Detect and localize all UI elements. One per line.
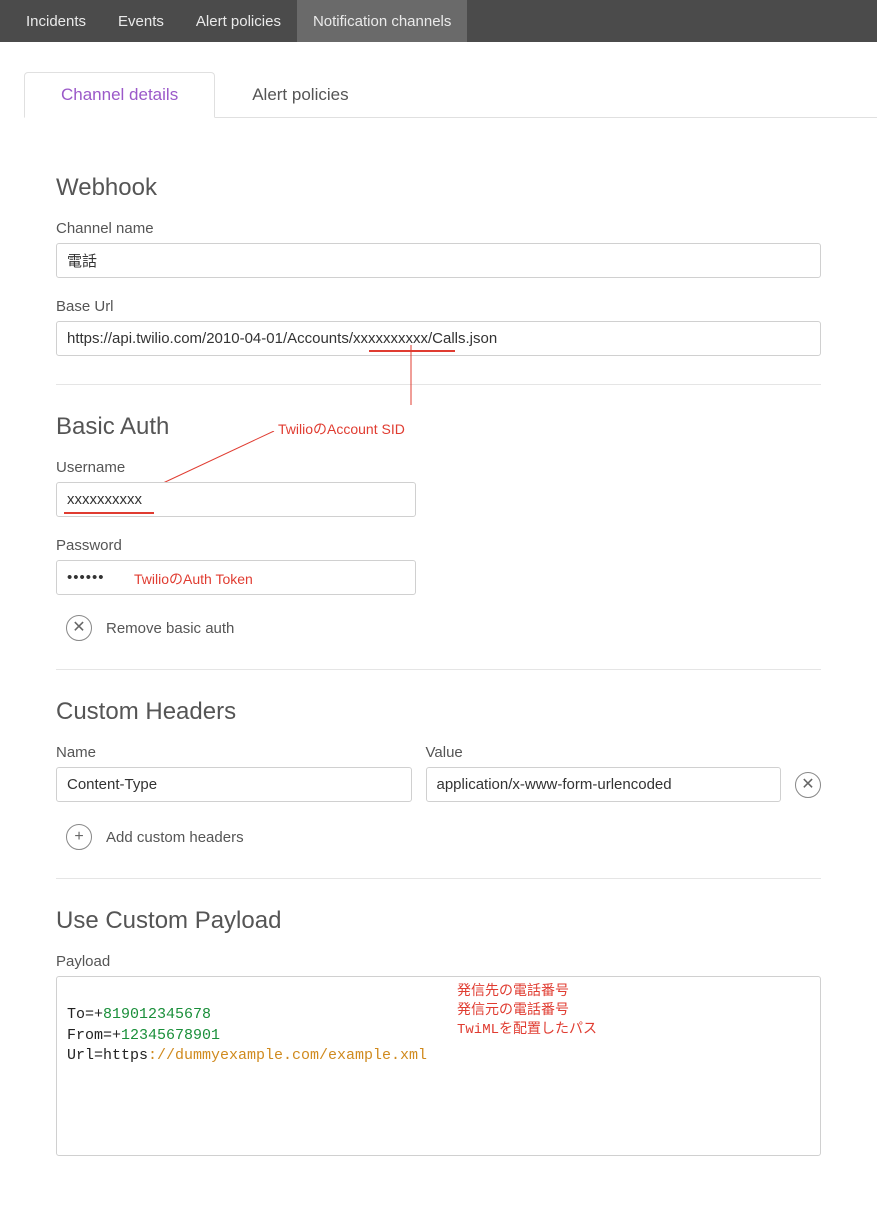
payload-from-val: 12345678901 <box>121 1027 220 1044</box>
annotation-to: 発信先の電話番号 <box>457 983 569 1002</box>
payload-to-key: To=+ <box>67 1006 103 1023</box>
payload-url-val: ://dummyexample.com/example.xml <box>148 1047 427 1064</box>
payload-to-val: 819012345678 <box>103 1006 211 1023</box>
tabs: Channel details Alert policies <box>24 72 877 118</box>
top-nav: Incidents Events Alert policies Notifica… <box>0 0 877 42</box>
nav-notification-channels[interactable]: Notification channels <box>297 0 467 42</box>
username-underline <box>64 512 154 514</box>
header-value-label: Value <box>426 744 782 761</box>
channel-name-label: Channel name <box>56 220 821 237</box>
webhook-heading: Webhook <box>56 174 821 202</box>
basic-auth-heading: Basic Auth <box>56 413 821 441</box>
add-custom-headers-label: Add custom headers <box>106 829 244 846</box>
sid-underline <box>369 350 455 352</box>
custom-payload-heading: Use Custom Payload <box>56 907 821 935</box>
remove-basic-auth[interactable]: ✕ Remove basic auth <box>66 615 821 641</box>
channel-name-input[interactable] <box>56 243 821 278</box>
payload-from-key: From=+ <box>67 1027 121 1044</box>
nav-incidents[interactable]: Incidents <box>10 0 102 42</box>
password-label: Password <box>56 537 821 554</box>
header-value-input[interactable] <box>426 767 782 802</box>
remove-basic-auth-label: Remove basic auth <box>106 620 234 637</box>
annotation-auth-token: TwilioのAuth Token <box>134 569 253 589</box>
header-name-input[interactable] <box>56 767 412 802</box>
plus-icon: + <box>66 824 92 850</box>
payload-url-key: Url=https <box>67 1047 148 1064</box>
tab-channel-details[interactable]: Channel details <box>24 72 215 118</box>
custom-headers-heading: Custom Headers <box>56 698 821 726</box>
nav-events[interactable]: Events <box>102 0 180 42</box>
divider <box>56 669 821 670</box>
base-url-text-sid: xxxxxxxxxx <box>353 330 428 347</box>
base-url-label: Base Url <box>56 298 821 315</box>
base-url-text-prefix: https://api.twilio.com/2010-04-01/Accoun… <box>67 330 353 347</box>
header-name-label: Name <box>56 744 412 761</box>
divider <box>56 384 821 385</box>
close-icon: ✕ <box>66 615 92 641</box>
annotation-account-sid: TwilioのAccount SID <box>278 419 405 439</box>
add-custom-headers[interactable]: + Add custom headers <box>66 824 821 850</box>
divider <box>56 878 821 879</box>
nav-alert-policies[interactable]: Alert policies <box>180 0 297 42</box>
username-label: Username <box>56 459 821 476</box>
annotation-from: 発信元の電話番号 <box>457 1002 569 1021</box>
tab-alert-policies[interactable]: Alert policies <box>215 72 385 118</box>
payload-textarea[interactable]: To=+819012345678 From=+12345678901 Url=h… <box>56 976 821 1156</box>
payload-label: Payload <box>56 953 821 970</box>
base-url-text-suffix: /Calls.json <box>428 330 497 347</box>
delete-header-icon[interactable]: ✕ <box>795 772 821 798</box>
